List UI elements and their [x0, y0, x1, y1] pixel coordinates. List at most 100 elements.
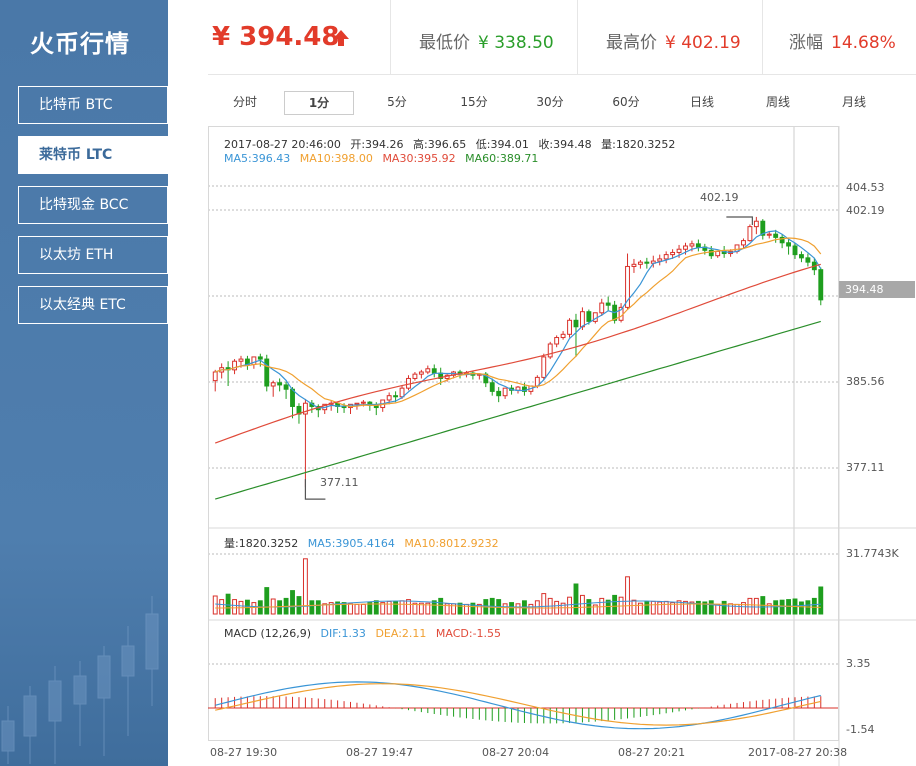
legend-ma5: MA5:396.43 [224, 152, 291, 165]
y-tick-p1: 404.53 [846, 181, 885, 194]
candle [573, 313, 579, 357]
tab-timeshare[interactable]: 分时 [210, 91, 280, 115]
candle-low: 低:394.01 [475, 138, 529, 151]
volume-bar [290, 590, 295, 615]
current-price-cell: ¥ 394.48 [208, 0, 391, 75]
sidebar-item-eth[interactable]: 以太坊 ETH [18, 236, 168, 274]
candle-info-row: 2017-08-27 20:46:00 开:394.26 高:396.65 低:… [224, 136, 681, 152]
x-tick-2: 08-27 19:47 [346, 746, 414, 759]
tab-30min[interactable]: 30分 [515, 91, 585, 115]
volume-bar [457, 602, 463, 615]
volume-bar [753, 597, 759, 615]
candle-body [496, 390, 502, 397]
volume-bar [650, 600, 656, 615]
tab-60min[interactable]: 60分 [591, 91, 661, 115]
volume-bar [251, 602, 257, 615]
candle-datetime: 2017-08-27 20:46:00 [224, 138, 341, 151]
candle-body [676, 248, 682, 253]
tab-5min[interactable]: 5分 [362, 91, 432, 115]
candle [554, 335, 560, 348]
candle [244, 355, 250, 370]
sidebar-item-etc[interactable]: 以太经典 ETC [18, 286, 168, 324]
candle-body [257, 356, 263, 360]
volume-bar [438, 597, 444, 615]
candle-body [695, 243, 701, 248]
candle [212, 369, 218, 392]
volume-bar [663, 600, 669, 615]
kline-chart[interactable]: 2017-08-27 20:46:00 开:394.26 高:396.65 低:… [208, 126, 916, 766]
tab-1min[interactable]: 1分 [284, 91, 354, 115]
sidebar-item-btc[interactable]: 比特币 BTC [18, 86, 168, 124]
candle-body [238, 358, 244, 362]
x-tick-4: 08-27 20:21 [618, 746, 686, 759]
candle [528, 385, 534, 395]
candle-body [715, 250, 721, 257]
volume-bar [406, 599, 411, 615]
high-mark-label: 402.19 [700, 191, 739, 204]
current-price-tag: 394.48 [839, 281, 915, 298]
macd-high-tick: 3.35 [846, 657, 871, 670]
candle [805, 253, 811, 267]
candle-body [489, 382, 495, 392]
candle-body [270, 382, 276, 387]
candle [315, 404, 321, 418]
candle-high: 高:396.65 [413, 138, 467, 151]
volume-bar [515, 603, 521, 615]
volume-bar [219, 599, 225, 615]
candle-body [799, 254, 804, 259]
candle-body [605, 302, 611, 306]
high-price-value: ¥ 402.19 [665, 33, 741, 53]
macd-dea: DEA:2.11 [375, 627, 427, 640]
candle-body [747, 226, 753, 242]
candle [412, 372, 418, 381]
candle-body [283, 384, 289, 390]
volume-bar [212, 595, 218, 615]
candle [760, 219, 766, 240]
candle-body [399, 387, 405, 398]
candle-body [277, 382, 283, 386]
volume-bar [773, 600, 779, 615]
candle [232, 359, 237, 375]
candle [818, 267, 824, 306]
candle-body [753, 220, 759, 228]
tab-15min[interactable]: 15分 [439, 91, 509, 115]
candle [567, 318, 572, 338]
volume-bar [309, 600, 315, 615]
volume-bar [728, 603, 734, 615]
candle-open: 开:394.26 [350, 138, 404, 151]
tab-weekly[interactable]: 周线 [743, 91, 813, 115]
candle-body [637, 261, 643, 265]
high-price-stat: 最高价 ¥ 402.19 [606, 28, 741, 53]
sidebar: 火币行情 比特币 BTC 莱特币 LTC 比特现金 BCC 以太坊 ETH 以太… [0, 0, 168, 766]
app-root: 火币行情 比特币 BTC 莱特币 LTC 比特现金 BCC 以太坊 ETH 以太… [0, 0, 916, 766]
candle-body [689, 243, 695, 247]
candle [264, 354, 270, 392]
volume-bar [528, 603, 534, 615]
kline-chart-canvas[interactable] [208, 126, 916, 766]
candle-body [393, 395, 399, 398]
volume-legend-row: 量:1820.3252 MA5:3905.4164 MA10:8012.9232 [224, 535, 505, 551]
candle-body [766, 233, 772, 236]
sidebar-item-bcc[interactable]: 比特现金 BCC [18, 186, 168, 224]
sidebar-item-ltc[interactable]: 莱特币 LTC [18, 136, 168, 174]
x-tick-5: 2017-08-27 20:38 [748, 746, 848, 759]
candle-body [683, 245, 688, 250]
volume-bar [811, 597, 817, 615]
y-tick-p2: 402.19 [846, 204, 885, 217]
tab-daily[interactable]: 日线 [667, 91, 737, 115]
up-arrow-icon [333, 30, 349, 46]
macd-legend-row: MACD (12,26,9) DIF:1.33 DEA:2.11 MACD:-1… [224, 627, 507, 640]
candle-body [741, 240, 746, 246]
volume-bar [348, 603, 353, 615]
high-price-label: 最高价 [606, 33, 657, 53]
candle [605, 296, 611, 311]
candle [547, 341, 553, 360]
volume-bar [373, 600, 379, 615]
y-tick-p4: 377.11 [846, 461, 885, 474]
candle-body [663, 254, 669, 260]
candle-body [560, 333, 566, 339]
volume-bar [708, 600, 714, 615]
legend-ma30: MA30:395.92 [382, 152, 456, 165]
tab-monthly[interactable]: 月线 [819, 91, 889, 115]
volume-bar [502, 603, 508, 615]
